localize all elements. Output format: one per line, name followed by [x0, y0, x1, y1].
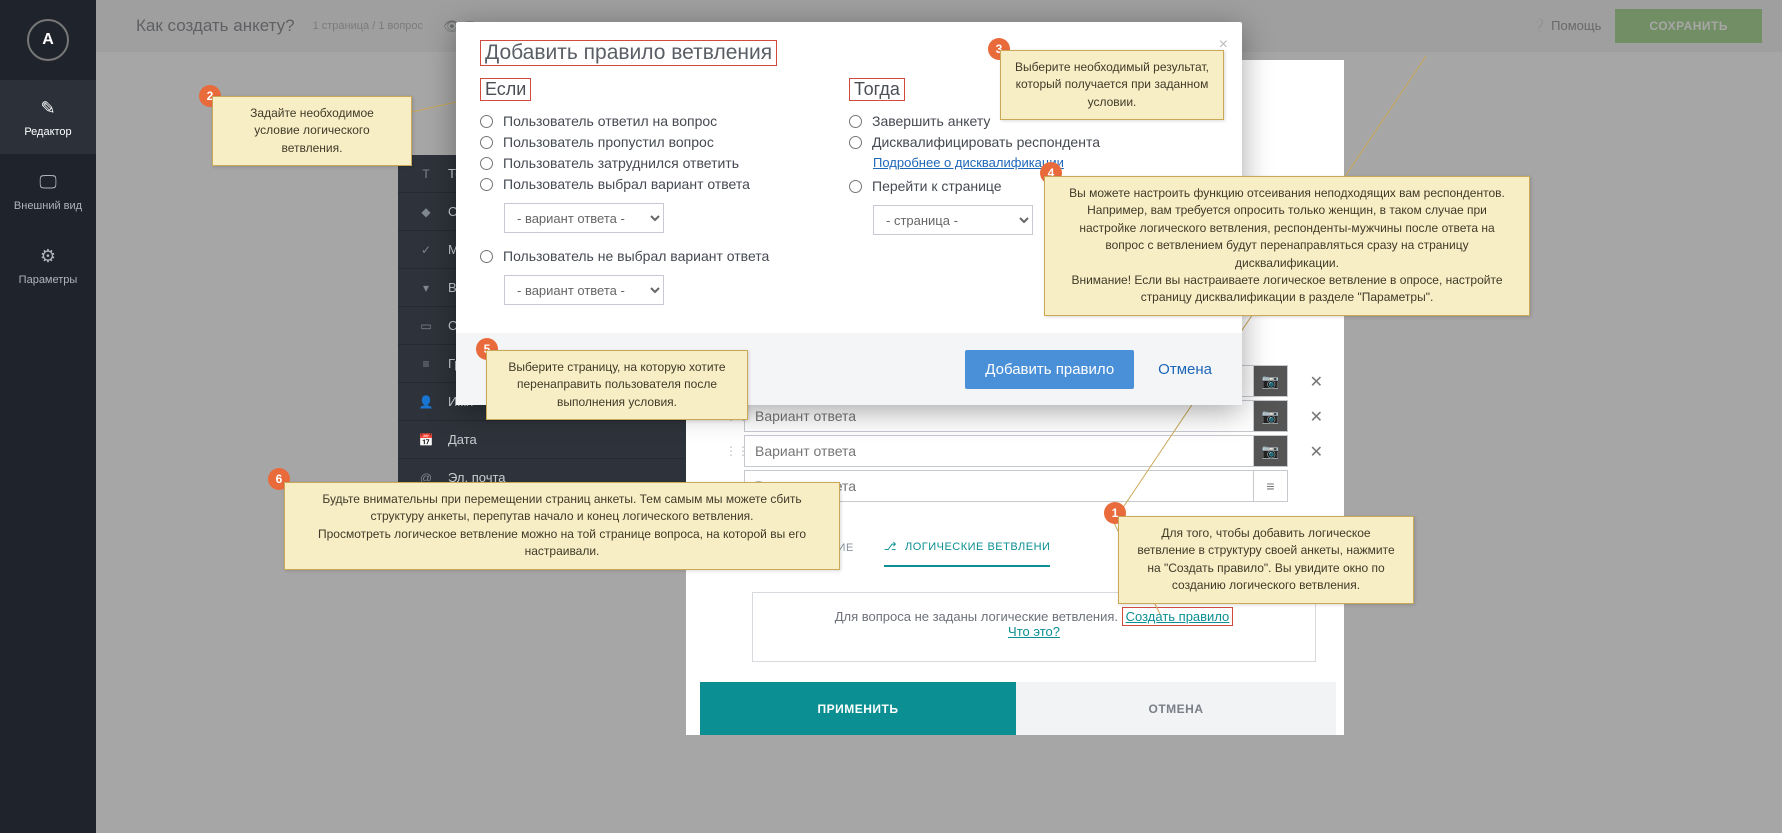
app-logo: A: [0, 0, 96, 80]
delete-icon[interactable]: ✕: [1310, 407, 1323, 427]
if-option[interactable]: Пользователь не выбрал вариант ответа: [480, 248, 849, 264]
tip-1: Для того, чтобы добавить логическое ветв…: [1118, 516, 1414, 604]
create-rule-link[interactable]: Создать правило: [1122, 607, 1234, 626]
logo-letter: A: [27, 19, 69, 61]
branch-icon: ⎇: [884, 540, 897, 553]
list-icon[interactable]: ≡: [1253, 471, 1287, 501]
camera-icon[interactable]: 📷: [1253, 436, 1287, 466]
variant-select[interactable]: - вариант ответа -: [504, 275, 664, 305]
camera-icon[interactable]: 📷: [1253, 366, 1287, 396]
tip-2: Задайте необходимое условие логического …: [212, 96, 412, 166]
tab-branching[interactable]: ⎇ЛОГИЧЕСКИЕ ВЕТВЛЕНИ: [884, 540, 1051, 567]
nav-settings-label: Параметры: [0, 274, 96, 286]
modal-cancel-button[interactable]: Отмена: [1158, 361, 1212, 378]
if-column: Если Пользователь ответил на вопрос Поль…: [480, 78, 849, 315]
cancel-button[interactable]: ОТМЕНА: [1016, 682, 1336, 735]
nav-editor-label: Редактор: [0, 126, 96, 138]
qtype-item[interactable]: 📅Дата: [398, 421, 686, 459]
if-heading: Если: [480, 78, 531, 101]
then-option[interactable]: Дисквалифицировать респондента: [849, 134, 1218, 150]
delete-icon[interactable]: ✕: [1310, 372, 1323, 392]
nav-settings[interactable]: ⚙ Параметры: [0, 228, 96, 302]
nav-appearance-label: Внешний вид: [0, 200, 96, 212]
nav-appearance[interactable]: 🖵 Внешний вид: [0, 154, 96, 228]
then-heading: Тогда: [849, 78, 905, 101]
if-option[interactable]: Пользователь пропустил вопрос: [480, 134, 849, 150]
what-is-link[interactable]: Что это?: [1008, 624, 1060, 639]
branching-empty-text: Для вопроса не заданы логические ветвлен…: [835, 609, 1122, 624]
pencil-icon: ✎: [0, 96, 96, 120]
delete-icon[interactable]: ✕: [1310, 442, 1323, 462]
page-select[interactable]: - страница -: [873, 205, 1033, 235]
drag-icon[interactable]: ⋮⋮: [725, 444, 749, 458]
answer-input[interactable]: [745, 408, 1253, 424]
tip-3: Выберите необходимый результат, который …: [1000, 50, 1224, 120]
if-option[interactable]: Пользователь затруднился ответить: [480, 155, 849, 171]
toggles-icon: ⚙: [0, 244, 96, 268]
tip-6: Будьте внимательны при перемещении стран…: [284, 482, 840, 570]
variant-select[interactable]: - вариант ответа -: [504, 203, 664, 233]
camera-icon[interactable]: 📷: [1253, 401, 1287, 431]
monitor-icon: 🖵: [0, 170, 96, 194]
answer-input[interactable]: [745, 443, 1253, 459]
left-sidebar: A ✎ Редактор 🖵 Внешний вид ⚙ Параметры: [0, 0, 96, 833]
answer-row[interactable]: ⋮⋮ 📷 ✕: [744, 435, 1288, 467]
if-option[interactable]: Пользователь ответил на вопрос: [480, 113, 849, 129]
nav-editor[interactable]: ✎ Редактор: [0, 80, 96, 154]
apply-button[interactable]: ПРИМЕНИТЬ: [700, 682, 1016, 735]
if-option[interactable]: Пользователь выбрал вариант ответа: [480, 176, 849, 192]
add-rule-button[interactable]: Добавить правило: [965, 350, 1134, 389]
tip-4: Вы можете настроить функцию отсеивания н…: [1044, 176, 1530, 316]
tip-5: Выберите страницу, на которую хотите пер…: [486, 350, 748, 420]
